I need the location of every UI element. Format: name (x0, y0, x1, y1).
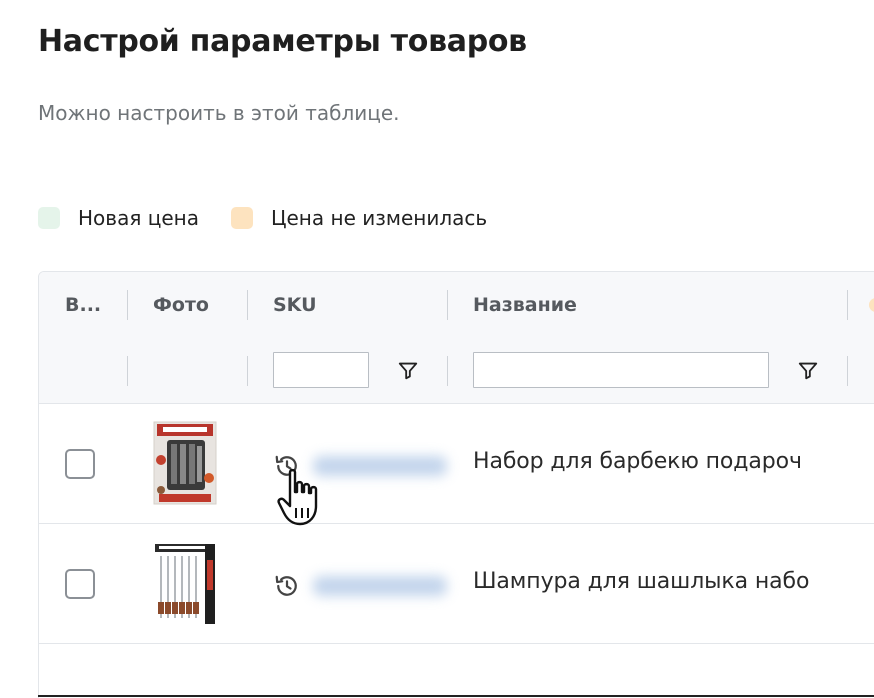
legend: Новая цена Цена не изменилась (38, 201, 519, 235)
sku-filter-input[interactable] (273, 352, 369, 388)
sku-link-redacted[interactable] (313, 456, 447, 476)
column-header-sku[interactable]: SKU (273, 272, 317, 338)
legend-label: Цена не изменилась (270, 206, 488, 230)
column-resize-handle[interactable] (127, 290, 128, 320)
page: Настрой параметры товаров Можно настроит… (0, 0, 874, 698)
skewers-set-image[interactable] (153, 540, 217, 626)
column-resize-handle[interactable] (847, 290, 848, 320)
legend-swatch-new-price (38, 207, 60, 229)
column-divider (247, 356, 248, 386)
column-divider (447, 356, 448, 386)
hand-pointer-cursor-icon (277, 468, 318, 526)
column-header-name[interactable]: Название (473, 272, 577, 338)
product-name: Набор для барбекю подароч (473, 449, 802, 474)
column-header-partial (869, 298, 874, 312)
bbq-set-box-image[interactable] (153, 420, 217, 506)
column-resize-handle[interactable] (447, 290, 448, 320)
column-header-photo[interactable]: Фото (153, 272, 209, 338)
column-divider (127, 356, 128, 386)
row-select-checkbox[interactable] (65, 449, 95, 479)
legend-swatch-price-unchanged (230, 207, 253, 229)
column-divider (847, 356, 848, 386)
sku-link-redacted[interactable] (313, 576, 447, 596)
legend-item-new-price: Новая цена (38, 206, 199, 230)
table-filter-row (39, 338, 874, 404)
bottom-divider (38, 695, 874, 697)
column-header-select[interactable]: В... (65, 272, 101, 338)
legend-item-price-unchanged: Цена не изменилась (230, 206, 488, 230)
product-name: Шампура для шашлыка набо (473, 569, 810, 594)
products-table: В... Фото SKU Название Набор для барбекю… (38, 271, 874, 698)
table-header-row: В... Фото SKU Название (39, 272, 874, 339)
column-resize-handle[interactable] (247, 290, 248, 320)
table-row[interactable]: Шампура для шашлыка набо (39, 524, 874, 644)
name-filter-input[interactable] (473, 352, 769, 388)
history-icon[interactable] (273, 572, 301, 600)
row-select-checkbox[interactable] (65, 569, 95, 599)
legend-label: Новая цена (78, 206, 199, 230)
filter-icon[interactable] (397, 359, 419, 381)
filter-icon[interactable] (797, 359, 819, 381)
page-title: Настрой параметры товаров (38, 24, 527, 59)
table-row[interactable]: Набор для барбекю подароч (39, 404, 874, 524)
page-subtitle: Можно настроить в этой таблице. (38, 101, 400, 125)
